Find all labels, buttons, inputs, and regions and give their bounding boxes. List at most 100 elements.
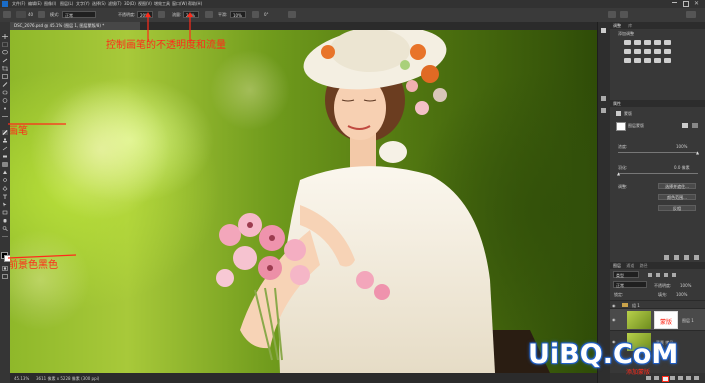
menu-filter[interactable]: 滤镜(T) [108,1,122,7]
marquee-tool-icon[interactable] [2,42,8,47]
tab-properties[interactable]: 属性 [613,101,621,106]
smoothing-options-icon[interactable] [252,11,259,18]
density-slider-thumb[interactable]: ▲ [696,150,699,155]
channel-mixer-icon[interactable] [664,49,671,54]
layer-row-group[interactable]: ◉ 组 1 [610,300,705,308]
maximize-icon[interactable] [683,1,689,7]
share-icon[interactable] [686,11,696,18]
menu-window[interactable]: 窗口(W) [172,1,187,7]
clone-stamp-tool-icon[interactable] [2,138,8,143]
brush-settings-icon[interactable] [38,11,45,18]
document-canvas[interactable]: 控制画笔的不透明度和流量 画笔 前景色黑色 [10,30,597,373]
exposure-icon[interactable] [654,40,661,45]
filter-pixel-icon[interactable] [648,273,652,277]
menu-select[interactable]: 选择(S) [92,1,106,7]
frame-tool-icon[interactable] [2,74,8,79]
zoom-tool-icon[interactable] [2,226,8,231]
menu-file[interactable]: 文件(F) [12,1,25,7]
invert-button[interactable]: 反相 [658,205,696,211]
content-aware-tool-icon[interactable] [2,114,8,119]
flow-input[interactable]: 20% [183,11,199,18]
dodge-tool-icon[interactable] [2,178,8,183]
properties-panel-icon[interactable] [601,96,606,101]
brightness-contrast-icon[interactable] [624,40,631,45]
layer-opacity-value[interactable]: 100% [680,283,691,288]
play-icon[interactable] [601,28,606,33]
filter-adjust-icon[interactable] [656,273,660,277]
lasso-tool-icon[interactable] [2,50,8,55]
angle-value[interactable]: 0° [264,12,269,17]
filter-shape-icon[interactable] [672,273,676,277]
menu-image[interactable]: 图像(I) [44,1,56,7]
opacity-input[interactable]: 20% [137,11,153,18]
tab-paths[interactable]: 路径 [640,263,648,268]
menu-help[interactable]: 帮助(H) [188,1,202,7]
airbrush-icon[interactable] [205,11,213,18]
history-panel-icon[interactable] [601,108,606,113]
feather-slider-thumb[interactable]: ▲ [617,171,620,176]
smoothing-input[interactable]: 10% [230,11,246,18]
menu-type[interactable]: 文字(Y) [76,1,90,7]
select-pixel-mask-icon[interactable] [682,123,688,128]
history-brush-tool-icon[interactable] [2,146,8,151]
curves-icon[interactable] [644,40,651,45]
gradient-map-icon[interactable] [654,58,661,63]
eyedropper-tool-icon[interactable] [2,82,8,87]
new-adjustment-layer-icon[interactable] [670,376,675,380]
search-icon[interactable] [608,11,616,18]
vibrance-icon[interactable] [664,40,671,45]
density-value[interactable]: 100% [676,144,687,149]
add-mask-icon[interactable] [662,376,669,382]
workspace-icon[interactable] [620,11,628,18]
layer-row-mask[interactable]: ◉ 图层 1 [610,308,705,330]
home-icon[interactable] [3,11,11,18]
select-and-mask-button[interactable]: 选择并遮住... [658,183,696,189]
brush-size-value[interactable]: 40 [28,12,33,17]
menu-layer[interactable]: 图层(L) [60,1,73,7]
move-tool-icon[interactable] [2,34,8,39]
eye-icon[interactable]: ◉ [612,317,616,322]
menu-plugins[interactable]: 增效工具 [154,1,170,7]
red-eye-tool-icon[interactable] [2,106,8,111]
path-select-tool-icon[interactable] [2,202,8,207]
tab-channels[interactable]: 通道 [626,263,634,268]
delete-mask-icon[interactable] [694,255,699,260]
healing-brush-tool-icon[interactable] [2,90,8,95]
fill-value[interactable]: 100% [676,292,687,297]
zoom-level[interactable]: 45.13% [14,376,29,381]
feather-value[interactable]: 0.0 像素 [674,165,690,170]
document-tab[interactable]: DSC_2076.psd @ 45.1% (图层 1, 图层蒙版/8) * [10,22,140,30]
posterize-icon[interactable] [634,58,641,63]
patch-tool-icon[interactable] [2,98,8,103]
menu-view[interactable]: 视图(V) [138,1,152,7]
hand-tool-icon[interactable] [2,218,8,223]
tab-adjustments[interactable]: 调整 [613,23,621,28]
quick-mask-icon[interactable] [2,266,8,271]
close-icon[interactable]: ✕ [694,0,699,7]
color-balance-icon[interactable] [634,49,641,54]
blur-tool-icon[interactable] [2,170,8,175]
quick-select-tool-icon[interactable] [2,58,8,63]
pressure-opacity-icon[interactable] [158,11,165,18]
gradient-tool-icon[interactable] [2,162,8,167]
color-range-button[interactable]: 颜色范围... [658,194,696,200]
threshold-icon[interactable] [644,58,651,63]
minimize-icon[interactable] [672,2,677,3]
mode-select[interactable]: 正常 [62,11,96,18]
select-vector-mask-icon[interactable] [692,123,698,128]
brush-tool-icon[interactable] [2,130,8,135]
levels-icon[interactable] [634,40,641,45]
more-tools-icon[interactable] [2,234,8,239]
apply-mask-icon[interactable] [674,255,679,260]
blend-mode-select[interactable]: 正常 [613,281,647,288]
trash-icon[interactable] [694,376,699,380]
pen-tool-icon[interactable] [2,186,8,191]
tab-layers[interactable]: 图层 [613,263,621,268]
new-group-icon[interactable] [678,376,683,380]
brush-preset-icon[interactable] [16,11,26,18]
visibility-icon[interactable] [684,255,689,260]
symmetry-icon[interactable] [288,11,296,18]
hue-saturation-icon[interactable] [624,49,631,54]
new-layer-icon[interactable] [686,376,691,380]
layer-mask-thumb[interactable] [616,122,626,131]
